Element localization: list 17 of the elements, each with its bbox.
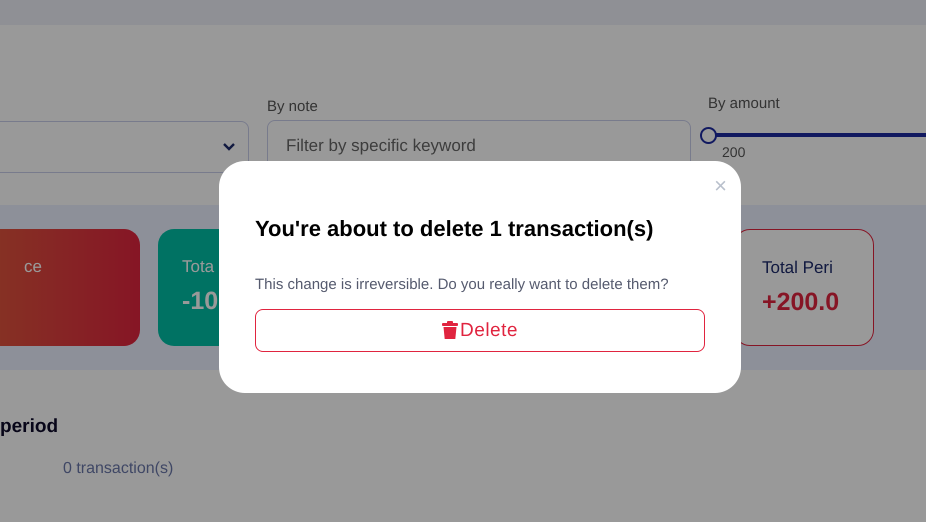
card-title: Total Peri — [762, 258, 834, 278]
trash-icon — [442, 321, 458, 340]
dialog-message: This change is irreversible. Do you really want to delete them? — [255, 276, 670, 293]
slider-reading: 200 — [722, 144, 746, 160]
section-title: period — [0, 416, 60, 438]
card-title: Tota — [182, 257, 216, 277]
amount-slider[interactable] — [700, 127, 926, 144]
slider-thumb[interactable] — [700, 127, 717, 144]
delete-button[interactable]: Delete — [255, 309, 705, 352]
dialog-title: You're about to delete 1 transaction(s) — [255, 216, 654, 242]
transaction-count: 0 transaction(s) — [63, 460, 174, 478]
card-value: +200.0 — [762, 288, 840, 317]
chevron-down-icon — [222, 142, 236, 152]
filter-label: By note — [267, 98, 319, 117]
filter-label: By amount — [708, 95, 781, 114]
card-title: ce — [24, 257, 42, 277]
card-value: -10 — [182, 287, 220, 316]
